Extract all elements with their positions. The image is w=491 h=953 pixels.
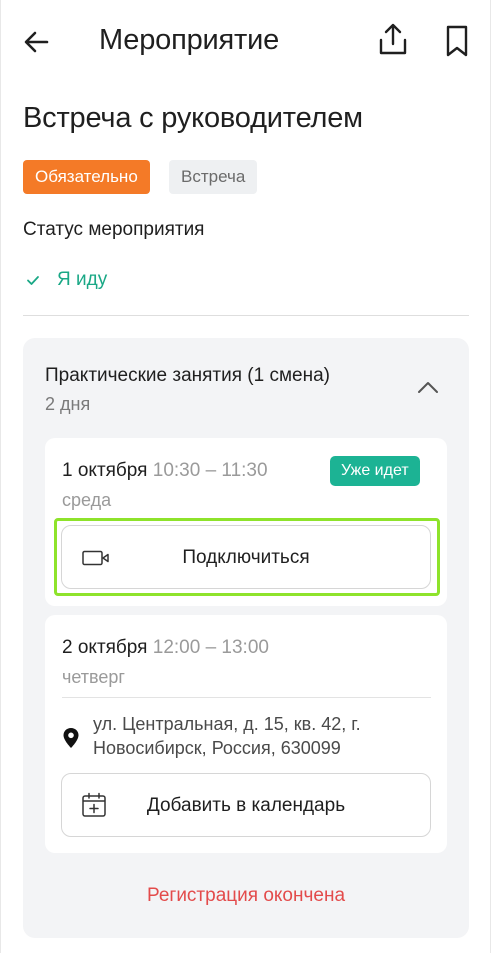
- add-to-calendar-label: Добавить в календарь: [146, 795, 346, 816]
- share-icon: [379, 23, 407, 55]
- chevron-up-icon: [418, 382, 438, 393]
- back-button[interactable]: [21, 26, 53, 58]
- live-badge: Уже идет: [330, 456, 420, 486]
- event-title: Встреча с руководителем: [23, 102, 363, 134]
- check-icon: [27, 276, 39, 285]
- bookmark-button[interactable]: [441, 24, 473, 58]
- session-title: Практические занятия (1 смена): [45, 365, 330, 386]
- bookmark-icon: [446, 25, 468, 57]
- card-divider: [62, 697, 431, 698]
- app-screen: Мероприятие Встреча с руководителем Обяз…: [0, 0, 491, 953]
- session-panel: Практические занятия (1 смена) 2 дня 1 о…: [23, 338, 469, 938]
- required-tag: Обязательно: [23, 160, 150, 194]
- day-date-time: 2 октября 12:00 – 13:00: [62, 637, 269, 659]
- location-pin-icon: [63, 728, 79, 748]
- share-button[interactable]: [376, 22, 410, 58]
- top-bar: Мероприятие: [1, 0, 490, 82]
- day-weekday: четверг: [62, 667, 125, 687]
- session-duration: 2 дня: [45, 394, 91, 414]
- day-date: 1 октября: [62, 460, 148, 481]
- status-label: Статус мероприятия: [23, 219, 205, 240]
- address: ул. Центральная, д. 15, кв. 42, г. Новос…: [93, 714, 361, 758]
- collapse-button[interactable]: [416, 376, 440, 400]
- arrow-left-icon: [24, 31, 49, 53]
- status-value: Я иду: [57, 269, 108, 290]
- day-time: 12:00 – 13:00: [152, 637, 269, 658]
- day-card: 2 октября 12:00 – 13:00 четверг ул. Цент…: [45, 615, 447, 853]
- day-time: 10:30 – 11:30: [152, 460, 268, 481]
- status-selector[interactable]: Я иду: [23, 265, 107, 295]
- day-card: 1 октября 10:30 – 11:30 среда Уже идет П…: [45, 438, 447, 606]
- event-type-tag: Встреча: [169, 160, 258, 194]
- page-title: Мероприятие: [99, 24, 280, 56]
- day-date-time: 1 октября 10:30 – 11:30: [62, 460, 268, 482]
- day-weekday: среда: [62, 490, 112, 510]
- divider: [23, 315, 469, 316]
- connect-label: Подключиться: [182, 547, 310, 568]
- add-to-calendar-button[interactable]: Добавить в календарь: [61, 773, 431, 837]
- registration-status: Регистрация окончена: [146, 885, 346, 906]
- day-date: 2 октября: [62, 637, 148, 658]
- connect-button[interactable]: Подключиться: [61, 525, 431, 589]
